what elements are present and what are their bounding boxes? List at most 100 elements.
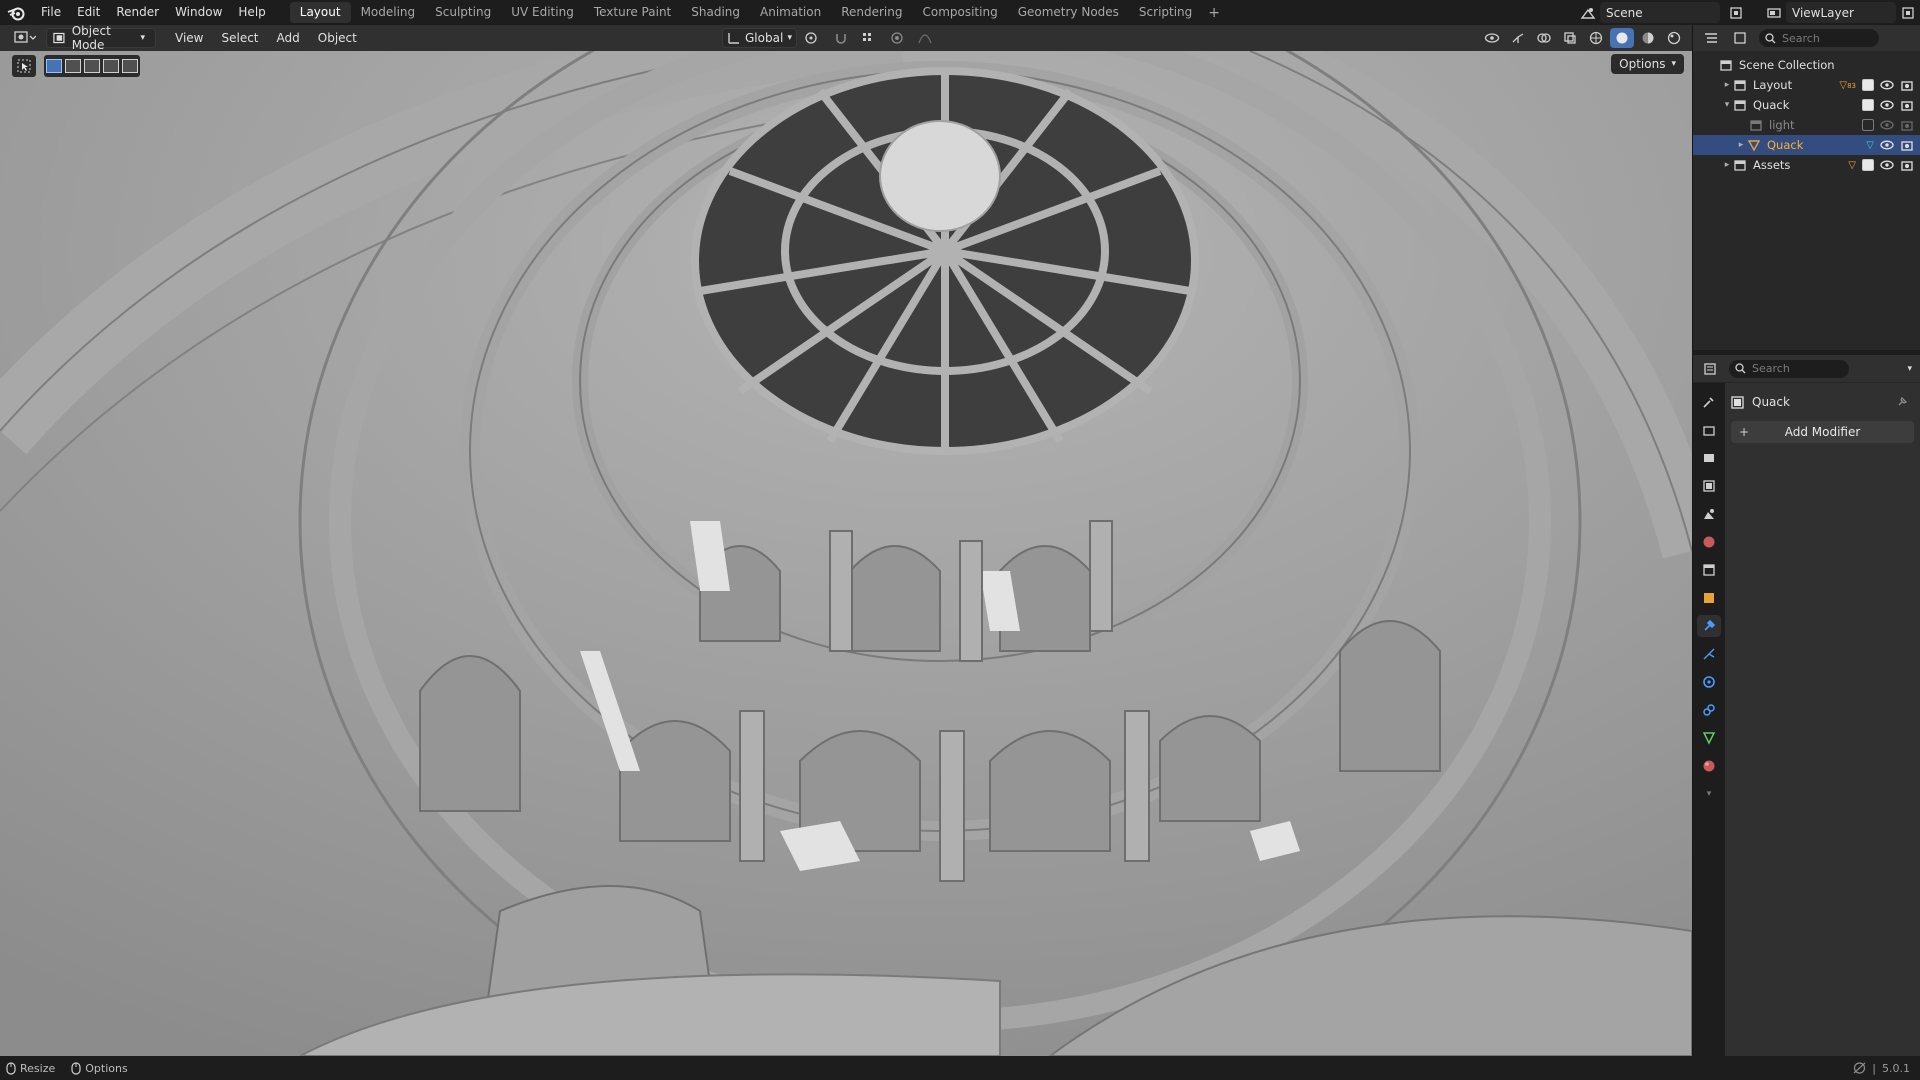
tree-row-layout[interactable]: ▸ Layout ▽83 bbox=[1693, 75, 1920, 95]
chevron-right-icon[interactable]: ▸ bbox=[1735, 140, 1747, 150]
menu-window[interactable]: Window bbox=[167, 0, 230, 25]
tab-shading[interactable]: Shading bbox=[681, 2, 750, 23]
chevron-down-icon[interactable]: ▾ bbox=[1721, 100, 1733, 110]
select-extend-icon[interactable] bbox=[65, 59, 81, 73]
object-tab-icon[interactable] bbox=[1697, 587, 1721, 609]
menu-file[interactable]: File bbox=[33, 0, 69, 25]
tab-texture-paint[interactable]: Texture Paint bbox=[584, 2, 681, 23]
tab-compositing[interactable]: Compositing bbox=[912, 2, 1007, 23]
collection-tab-icon[interactable] bbox=[1697, 559, 1721, 581]
tool-tab-icon[interactable] bbox=[1697, 391, 1721, 413]
more-tabs-icon[interactable]: ▾ bbox=[1697, 783, 1721, 805]
add-workspace-button[interactable]: + bbox=[1202, 5, 1226, 21]
select-intersect-icon[interactable] bbox=[122, 59, 138, 73]
data-tab-icon[interactable] bbox=[1697, 727, 1721, 749]
material-shading-icon[interactable] bbox=[1636, 28, 1660, 48]
tree-row-light[interactable]: light bbox=[1693, 115, 1920, 135]
chevron-down-icon[interactable]: ▾ bbox=[1907, 364, 1912, 374]
rendered-shading-icon[interactable] bbox=[1662, 28, 1686, 48]
include-checkbox[interactable] bbox=[1862, 99, 1874, 111]
pivot-point-icon[interactable] bbox=[801, 28, 825, 48]
visibility-icon[interactable] bbox=[1480, 28, 1504, 48]
camera-icon[interactable] bbox=[1900, 99, 1914, 111]
scene-tab-icon[interactable] bbox=[1697, 503, 1721, 525]
menu-add[interactable]: Add bbox=[268, 31, 309, 45]
camera-icon[interactable] bbox=[1900, 139, 1914, 151]
tab-scripting[interactable]: Scripting bbox=[1129, 2, 1202, 23]
add-modifier-button[interactable]: + Add Modifier bbox=[1731, 421, 1914, 443]
select-new-icon[interactable] bbox=[46, 59, 62, 73]
eye-icon[interactable] bbox=[1880, 79, 1894, 91]
overlays-icon[interactable] bbox=[1532, 28, 1556, 48]
status-options-label: Options bbox=[85, 1061, 128, 1075]
tab-geometry-nodes[interactable]: Geometry Nodes bbox=[1008, 2, 1129, 23]
outliner-search[interactable]: Search bbox=[1759, 29, 1879, 47]
snap-icon[interactable] bbox=[829, 28, 853, 48]
tab-sculpting[interactable]: Sculpting bbox=[425, 2, 501, 23]
chevron-right-icon[interactable]: ▸ bbox=[1721, 160, 1733, 170]
eye-icon[interactable] bbox=[1880, 99, 1894, 111]
xray-icon[interactable] bbox=[1558, 28, 1582, 48]
object-mode-dropdown[interactable]: Object Mode ▾ bbox=[46, 24, 156, 52]
include-checkbox[interactable] bbox=[1862, 79, 1874, 91]
tree-row-quack-collection[interactable]: ▾ Quack bbox=[1693, 95, 1920, 115]
physics-tab-icon[interactable] bbox=[1697, 671, 1721, 693]
menu-help[interactable]: Help bbox=[230, 0, 273, 25]
select-invert-icon[interactable] bbox=[103, 59, 119, 73]
falloff-icon[interactable] bbox=[913, 28, 937, 48]
eye-icon[interactable] bbox=[1880, 119, 1894, 131]
scene-icon[interactable] bbox=[1576, 3, 1600, 23]
pin-icon[interactable] bbox=[1896, 396, 1908, 408]
properties-search[interactable]: Search bbox=[1729, 359, 1849, 378]
orientation-dropdown[interactable]: Global ▾ bbox=[722, 28, 797, 48]
menu-render[interactable]: Render bbox=[108, 0, 167, 25]
particles-tab-icon[interactable] bbox=[1697, 643, 1721, 665]
proportional-edit-icon[interactable] bbox=[885, 28, 909, 48]
display-mode-icon[interactable] bbox=[1729, 28, 1753, 48]
view-layer-selector[interactable]: ViewLayer bbox=[1786, 2, 1896, 23]
select-tool-icon[interactable] bbox=[12, 55, 36, 77]
modifier-tab-icon[interactable] bbox=[1697, 615, 1721, 637]
world-tab-icon[interactable] bbox=[1697, 531, 1721, 553]
tree-row-quack-object[interactable]: ▸ Quack ▽ bbox=[1693, 135, 1920, 155]
tree-row-scene-collection[interactable]: Scene Collection bbox=[1693, 55, 1920, 75]
tab-uv-editing[interactable]: UV Editing bbox=[501, 2, 584, 23]
tab-animation[interactable]: Animation bbox=[750, 2, 831, 23]
tab-rendering[interactable]: Rendering bbox=[831, 2, 912, 23]
menu-object[interactable]: Object bbox=[309, 31, 366, 45]
tab-layout[interactable]: Layout bbox=[289, 2, 351, 23]
camera-icon[interactable] bbox=[1900, 119, 1914, 131]
output-tab-icon[interactable] bbox=[1697, 447, 1721, 469]
chevron-right-icon[interactable]: ▸ bbox=[1721, 80, 1733, 90]
new-view-layer-icon[interactable] bbox=[1896, 3, 1920, 23]
include-checkbox[interactable] bbox=[1862, 159, 1874, 171]
blender-logo-icon[interactable] bbox=[5, 2, 27, 24]
render-tab-icon[interactable] bbox=[1697, 419, 1721, 441]
tree-row-assets[interactable]: ▸ Assets ▽ bbox=[1693, 155, 1920, 175]
view-layer-icon[interactable] bbox=[1762, 3, 1786, 23]
eye-icon[interactable] bbox=[1880, 159, 1894, 171]
menu-view[interactable]: View bbox=[166, 31, 212, 45]
tab-modeling[interactable]: Modeling bbox=[351, 2, 426, 23]
constraints-tab-icon[interactable] bbox=[1697, 699, 1721, 721]
gizmo-icon[interactable] bbox=[1506, 28, 1530, 48]
wireframe-shading-icon[interactable] bbox=[1584, 28, 1608, 48]
material-tab-icon[interactable] bbox=[1697, 755, 1721, 777]
solid-shading-icon[interactable] bbox=[1610, 28, 1634, 48]
viewport-options-button[interactable]: Options ▾ bbox=[1611, 54, 1684, 74]
editor-type-button[interactable] bbox=[8, 28, 42, 48]
include-checkbox[interactable] bbox=[1862, 119, 1874, 131]
eye-icon[interactable] bbox=[1880, 139, 1894, 151]
view-layer-tab-icon[interactable] bbox=[1697, 475, 1721, 497]
camera-icon[interactable] bbox=[1900, 159, 1914, 171]
select-subtract-icon[interactable] bbox=[84, 59, 100, 73]
properties-editor-icon[interactable] bbox=[1699, 359, 1723, 379]
scene-selector[interactable]: Scene bbox=[1600, 2, 1720, 23]
new-scene-icon[interactable] bbox=[1724, 3, 1748, 23]
outliner-editor-icon[interactable] bbox=[1699, 28, 1723, 48]
3d-viewport[interactable] bbox=[0, 51, 1692, 1056]
menu-select[interactable]: Select bbox=[212, 31, 267, 45]
snap-increment-icon[interactable] bbox=[857, 28, 881, 48]
menu-edit[interactable]: Edit bbox=[69, 0, 108, 25]
camera-icon[interactable] bbox=[1900, 79, 1914, 91]
